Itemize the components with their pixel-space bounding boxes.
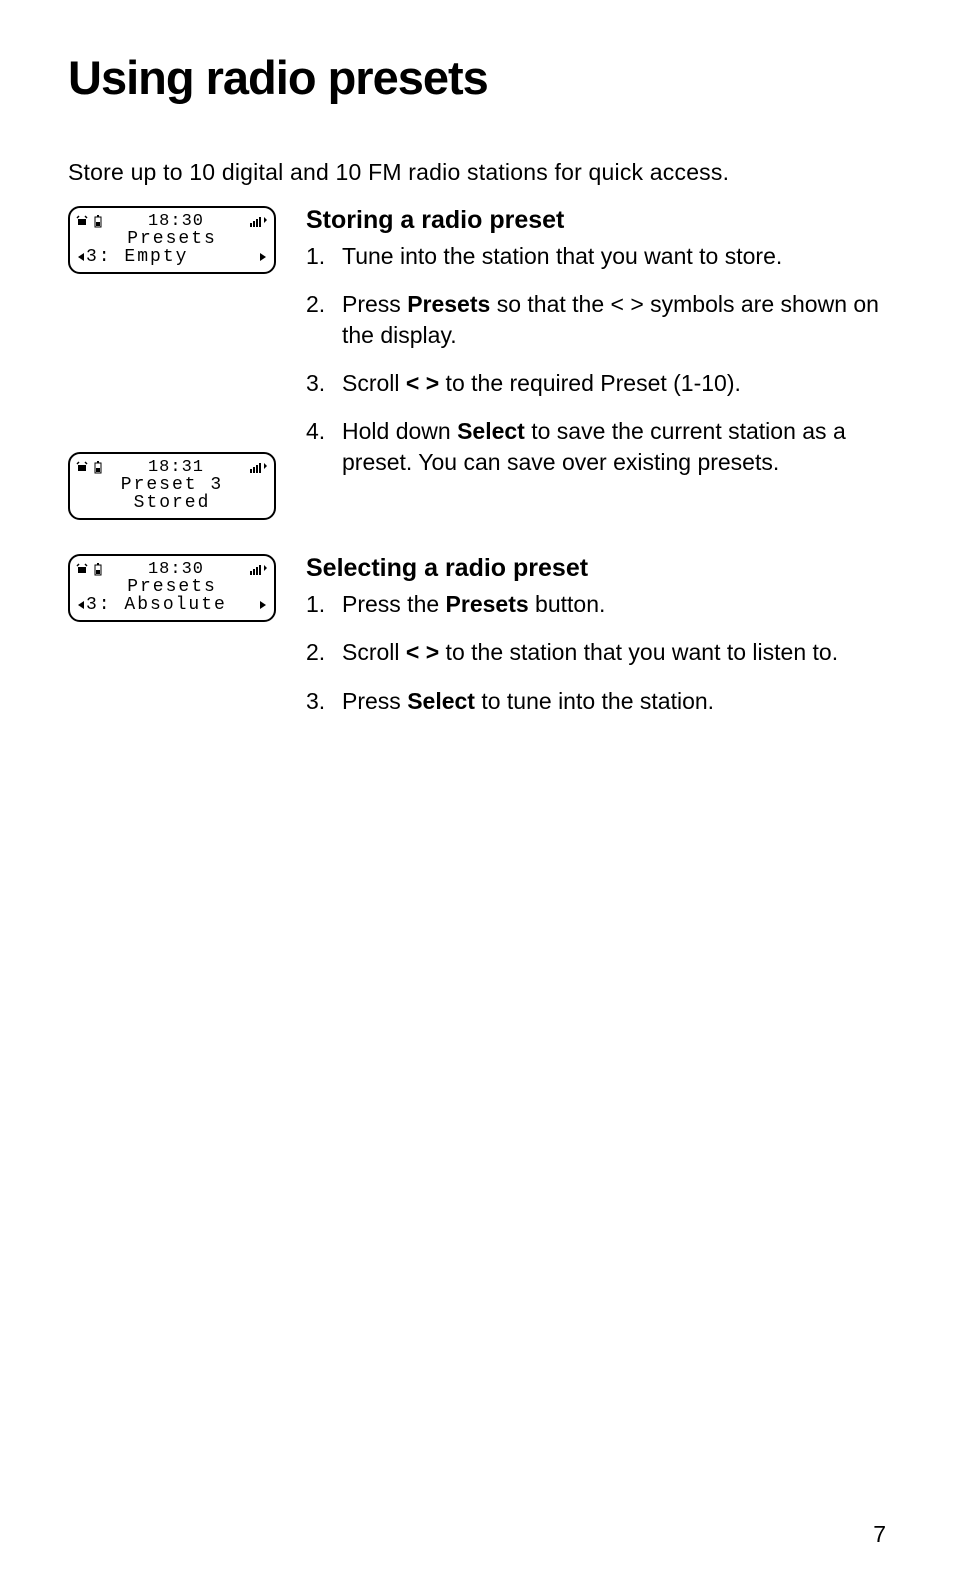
lcd-label-preset3: Preset 3 — [76, 476, 268, 494]
lcd-label-presets: Presets — [76, 230, 268, 248]
lcd-column-2: 18:30 Presets 3: Absolute — [68, 554, 278, 622]
arrow-right-icon — [258, 252, 268, 262]
lcd-label-presets: Presets — [76, 578, 268, 596]
lcd-screen-3: 18:30 Presets 3: Absolute — [68, 554, 276, 622]
section-selecting: 18:30 Presets 3: Absolute — [68, 554, 886, 734]
lcd-time: 18:30 — [148, 561, 204, 578]
storing-step-1: Tune into the station that you want to s… — [306, 241, 886, 271]
battery-icon — [94, 215, 102, 228]
battery-icon — [94, 563, 102, 576]
alarm-icon — [76, 563, 88, 575]
lcd-column: 18:30 Presets 3: Empty — [68, 206, 278, 520]
selecting-step-3: Press Select to tune into the station. — [306, 686, 886, 716]
page-number: 7 — [873, 1521, 886, 1548]
selecting-heading: Selecting a radio preset — [306, 554, 886, 583]
lcd-preset-slot: 3: Empty — [86, 248, 258, 266]
signal-icon — [250, 461, 268, 473]
intro-text: Store up to 10 digital and 10 FM radio s… — [68, 159, 886, 186]
arrow-left-icon — [76, 252, 86, 262]
storing-step-3: Scroll < > to the required Preset (1-10)… — [306, 368, 886, 398]
storing-instructions: Storing a radio preset Tune into the sta… — [306, 206, 886, 495]
lcd-time: 18:31 — [148, 459, 204, 476]
storing-step-4: Hold down Select to save the current sta… — [306, 416, 886, 477]
alarm-icon — [76, 215, 88, 227]
page-title: Using radio presets — [68, 50, 886, 105]
signal-icon — [250, 215, 268, 227]
lcd-time: 18:30 — [148, 213, 204, 230]
lcd-preset-slot: 3: Absolute — [86, 596, 258, 614]
lcd-label-stored: Stored — [76, 494, 268, 512]
selecting-step-1: Press the Presets button. — [306, 589, 886, 619]
storing-step-2: Press Presets so that the < > symbols ar… — [306, 289, 886, 350]
arrow-left-icon — [76, 600, 86, 610]
selecting-instructions: Selecting a radio preset Press the Prese… — [306, 554, 886, 734]
alarm-icon — [76, 461, 88, 473]
storing-heading: Storing a radio preset — [306, 206, 886, 235]
selecting-step-2: Scroll < > to the station that you want … — [306, 637, 886, 667]
signal-icon — [250, 563, 268, 575]
lcd-screen-1: 18:30 Presets 3: Empty — [68, 206, 276, 274]
arrow-right-icon — [258, 600, 268, 610]
section-storing: 18:30 Presets 3: Empty — [68, 206, 886, 520]
battery-icon — [94, 461, 102, 474]
lcd-screen-2: 18:31 Preset 3 Stored — [68, 452, 276, 520]
manual-page: Using radio presets Store up to 10 digit… — [0, 0, 954, 1590]
